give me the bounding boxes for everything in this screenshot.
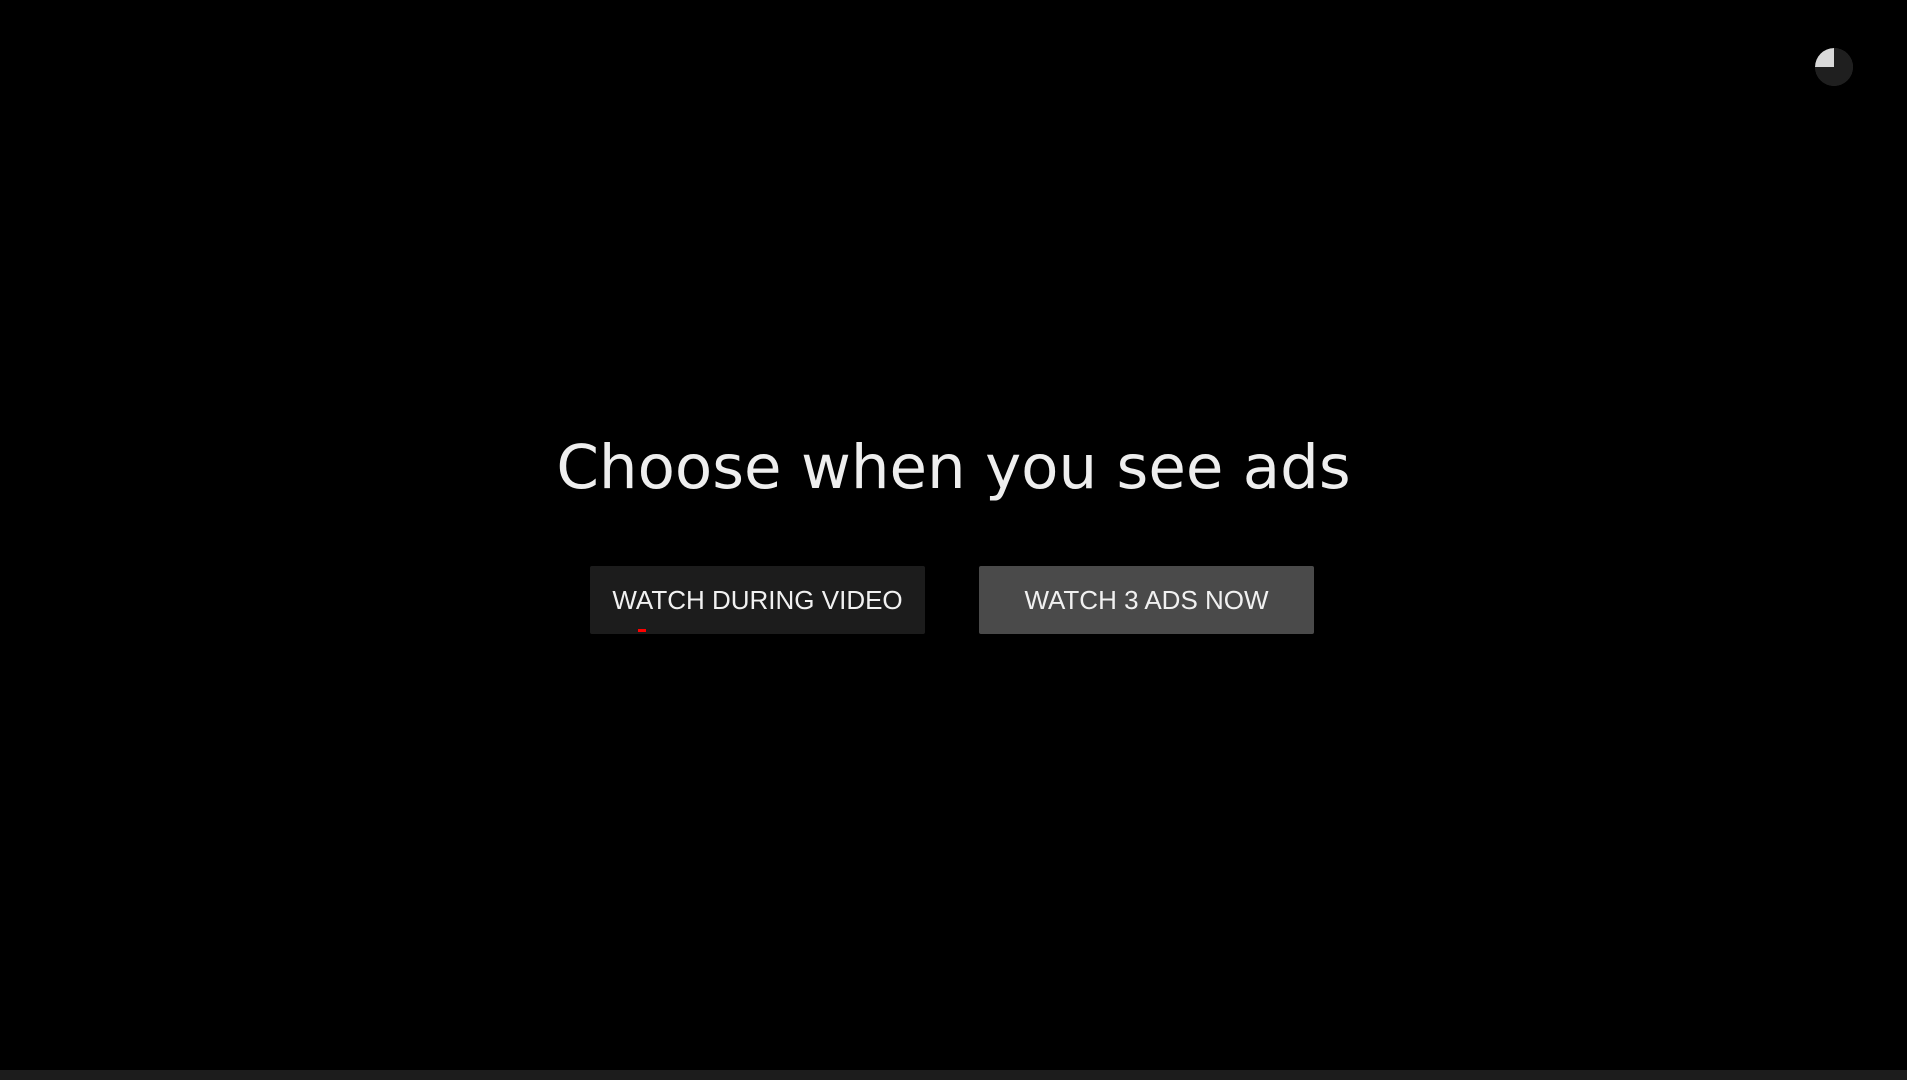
- countdown-elapsed-slice: [1815, 48, 1834, 67]
- ad-choice-screen: Choose when you see ads WATCH DURING VID…: [0, 0, 1907, 1080]
- watch-during-video-label: WATCH DURING VIDEO: [612, 585, 903, 615]
- ad-marker-indicator: [638, 629, 646, 632]
- countdown-pie-graphic: [1815, 48, 1853, 86]
- bottom-progress-bar: [0, 1070, 1907, 1080]
- ad-choice-title: Choose when you see ads: [556, 432, 1351, 503]
- watch-during-video-button[interactable]: WATCH DURING VIDEO: [590, 566, 925, 634]
- watch-ads-now-button[interactable]: WATCH 3 ADS NOW: [979, 566, 1314, 634]
- watch-ads-now-label: WATCH 3 ADS NOW: [1024, 585, 1269, 615]
- countdown-pie-icon: [1815, 48, 1853, 86]
